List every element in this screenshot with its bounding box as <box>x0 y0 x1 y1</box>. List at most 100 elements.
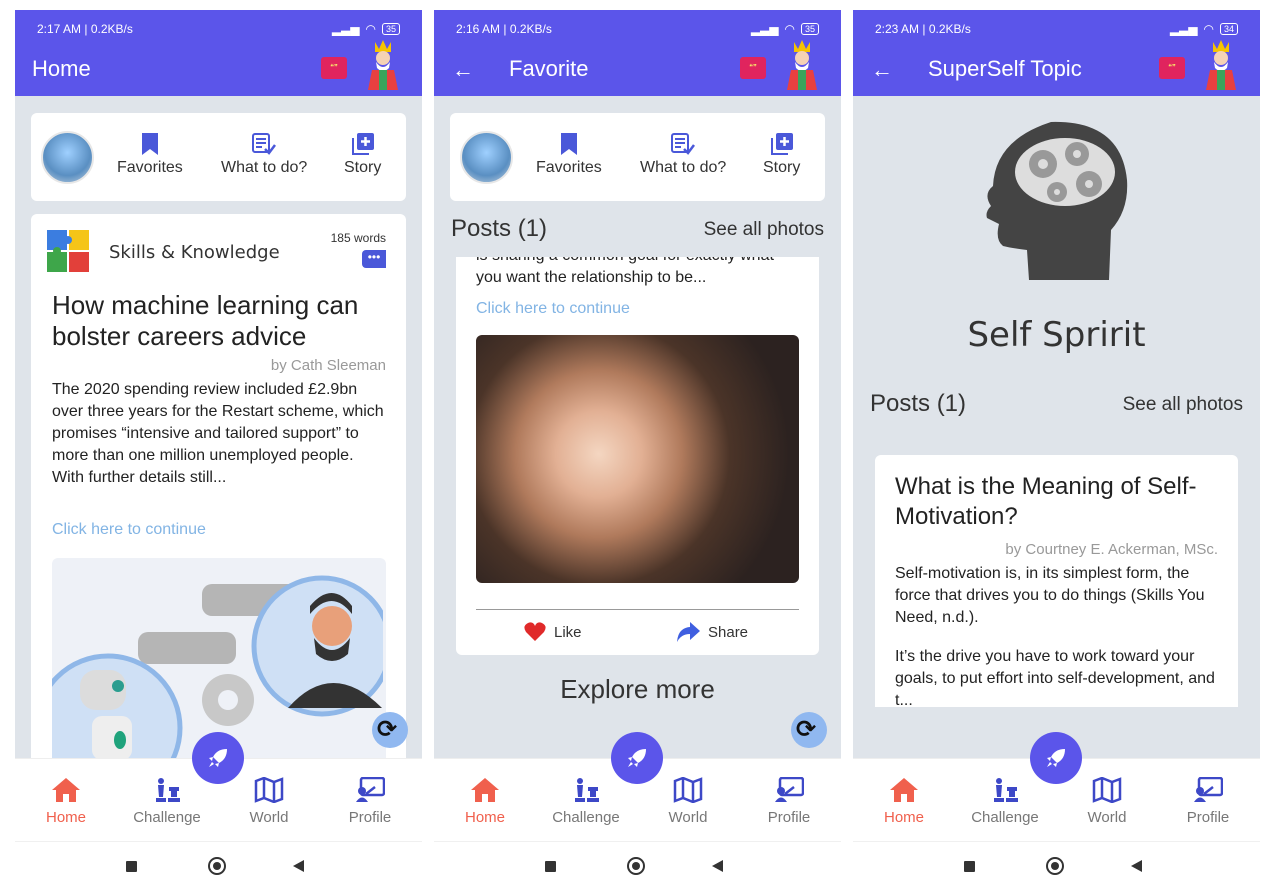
app-bar: ← Favorite ❝❞ <box>434 40 841 96</box>
favorites-label: Favorites <box>536 159 602 176</box>
nav-home[interactable]: Home <box>864 777 944 826</box>
story-button[interactable]: Story <box>344 133 381 177</box>
story-button[interactable]: Story <box>763 133 800 177</box>
status-bar: 2:23 AM | 0.2KB/s ▂▃▅ ◠ 34 <box>853 10 1260 48</box>
rocket-icon <box>628 749 646 767</box>
chat-icon[interactable]: ❝❞ <box>1159 57 1185 79</box>
status-icons: ▂▃▅ ◠ 34 <box>1170 22 1238 36</box>
rocket-icon <box>209 749 227 767</box>
article-excerpt: The 2020 spending review included £2.9bn… <box>52 381 384 486</box>
what-to-do-button[interactable]: What to do? <box>640 133 726 177</box>
home-icon <box>471 778 499 802</box>
king-mascot-icon[interactable] <box>1200 36 1242 94</box>
wifi-icon: ◠ <box>1203 22 1214 36</box>
checklist-icon <box>252 133 277 155</box>
post-card[interactable]: is sharing a common goal for exactly wha… <box>456 257 819 655</box>
explore-more-heading[interactable]: Explore more <box>434 674 841 705</box>
status-time: 2:17 AM | 0.2KB/s <box>37 22 133 36</box>
recents-button[interactable] <box>964 861 975 872</box>
king-mascot-icon[interactable] <box>362 36 404 94</box>
home-system-button[interactable] <box>208 857 226 875</box>
post-title: What is the Meaning of Self-Motivation? <box>895 473 1197 530</box>
signal-icon: ▂▃▅ <box>331 22 360 36</box>
word-count: 185 words <box>330 231 386 245</box>
favorites-button[interactable]: Favorites <box>117 133 183 177</box>
nav-profile[interactable]: Profile <box>1168 777 1248 826</box>
nav-home[interactable]: Home <box>445 777 525 826</box>
refresh-icon: ⟳ <box>796 716 817 743</box>
back-system-button[interactable] <box>712 860 723 872</box>
nav-world[interactable]: World <box>1067 777 1147 826</box>
bookmark-icon <box>560 133 577 155</box>
profile-board-icon <box>356 777 385 802</box>
profile-board-icon <box>775 777 804 802</box>
story-label: Story <box>763 159 801 176</box>
avatar[interactable] <box>460 131 513 184</box>
home-icon <box>52 778 80 802</box>
app-bar: Home ❝❞ <box>15 40 422 96</box>
back-system-button[interactable] <box>293 860 304 872</box>
refresh-button[interactable]: ⟳ <box>372 712 408 748</box>
recents-button[interactable] <box>545 861 556 872</box>
rocket-fab-button[interactable] <box>192 732 244 784</box>
nav-profile[interactable]: Profile <box>749 777 829 826</box>
king-mascot-icon[interactable] <box>781 36 823 94</box>
home-system-button[interactable] <box>627 857 645 875</box>
add-story-icon <box>770 133 793 155</box>
map-icon <box>254 777 284 803</box>
battery-icon: 35 <box>381 23 400 35</box>
nav-challenge-label: Challenge <box>552 809 620 826</box>
checklist-icon <box>671 133 696 155</box>
article-card[interactable]: Skills & Knowledge 185 words ••• How mac… <box>31 214 406 774</box>
bookmark-icon <box>141 133 158 155</box>
back-system-button[interactable] <box>1131 860 1142 872</box>
post-photo <box>476 335 799 583</box>
page-title: Home <box>32 56 91 81</box>
back-arrow-icon[interactable]: ← <box>452 57 474 83</box>
chat-icon[interactable]: ❝❞ <box>321 57 347 79</box>
system-nav-bar <box>853 841 1260 890</box>
nav-home-label: Home <box>883 809 924 826</box>
system-nav-bar <box>15 841 422 890</box>
nav-world[interactable]: World <box>648 777 728 826</box>
what-to-do-button[interactable]: What to do? <box>221 133 307 177</box>
nav-world-label: World <box>249 809 289 826</box>
rocket-fab-button[interactable] <box>1030 732 1082 784</box>
wifi-icon: ◠ <box>784 22 795 36</box>
share-arrow-icon <box>677 622 700 642</box>
continue-link[interactable]: Click here to continue <box>476 300 630 318</box>
article-byline: by Cath Sleeman <box>270 357 386 374</box>
posts-header: Posts (1) See all photos <box>870 390 1243 418</box>
nav-challenge-label: Challenge <box>971 809 1039 826</box>
nav-challenge[interactable]: Challenge <box>965 777 1045 826</box>
post-paragraph-2: It’s the drive you have to work toward y… <box>895 648 1215 707</box>
nav-challenge[interactable]: Challenge <box>546 777 626 826</box>
back-arrow-icon[interactable]: ← <box>871 57 893 83</box>
nav-world-label: World <box>1087 809 1127 826</box>
like-button[interactable]: Like <box>524 622 582 642</box>
avatar[interactable] <box>41 131 94 184</box>
chat-icon[interactable]: ❝❞ <box>740 57 766 79</box>
home-system-button[interactable] <box>1046 857 1064 875</box>
nav-profile[interactable]: Profile <box>330 777 410 826</box>
see-all-photos-link[interactable]: See all photos <box>1123 394 1243 416</box>
signal-icon: ▂▃▅ <box>750 22 779 36</box>
heart-icon <box>524 622 546 641</box>
post-card[interactable]: What is the Meaning of Self-Motivation? … <box>875 455 1238 707</box>
wifi-icon: ◠ <box>365 22 376 36</box>
status-icons: ▂▃▅ ◠ 35 <box>332 22 400 36</box>
continue-link[interactable]: Click here to continue <box>52 521 206 539</box>
share-button[interactable]: Share <box>676 622 748 642</box>
post-excerpt: is sharing a common goal for exactly wha… <box>476 257 774 286</box>
nav-home[interactable]: Home <box>26 777 106 826</box>
refresh-button[interactable]: ⟳ <box>791 712 827 748</box>
nav-profile-label: Profile <box>348 809 392 826</box>
nav-world[interactable]: World <box>229 777 309 826</box>
recents-button[interactable] <box>126 861 137 872</box>
favorites-button[interactable]: Favorites <box>536 133 602 177</box>
nav-challenge[interactable]: Challenge <box>127 777 207 826</box>
category-title: Skills & Knowledge <box>109 242 280 263</box>
see-all-photos-link[interactable]: See all photos <box>704 219 824 241</box>
more-tag-icon[interactable]: ••• <box>362 250 386 268</box>
rocket-fab-button[interactable] <box>611 732 663 784</box>
